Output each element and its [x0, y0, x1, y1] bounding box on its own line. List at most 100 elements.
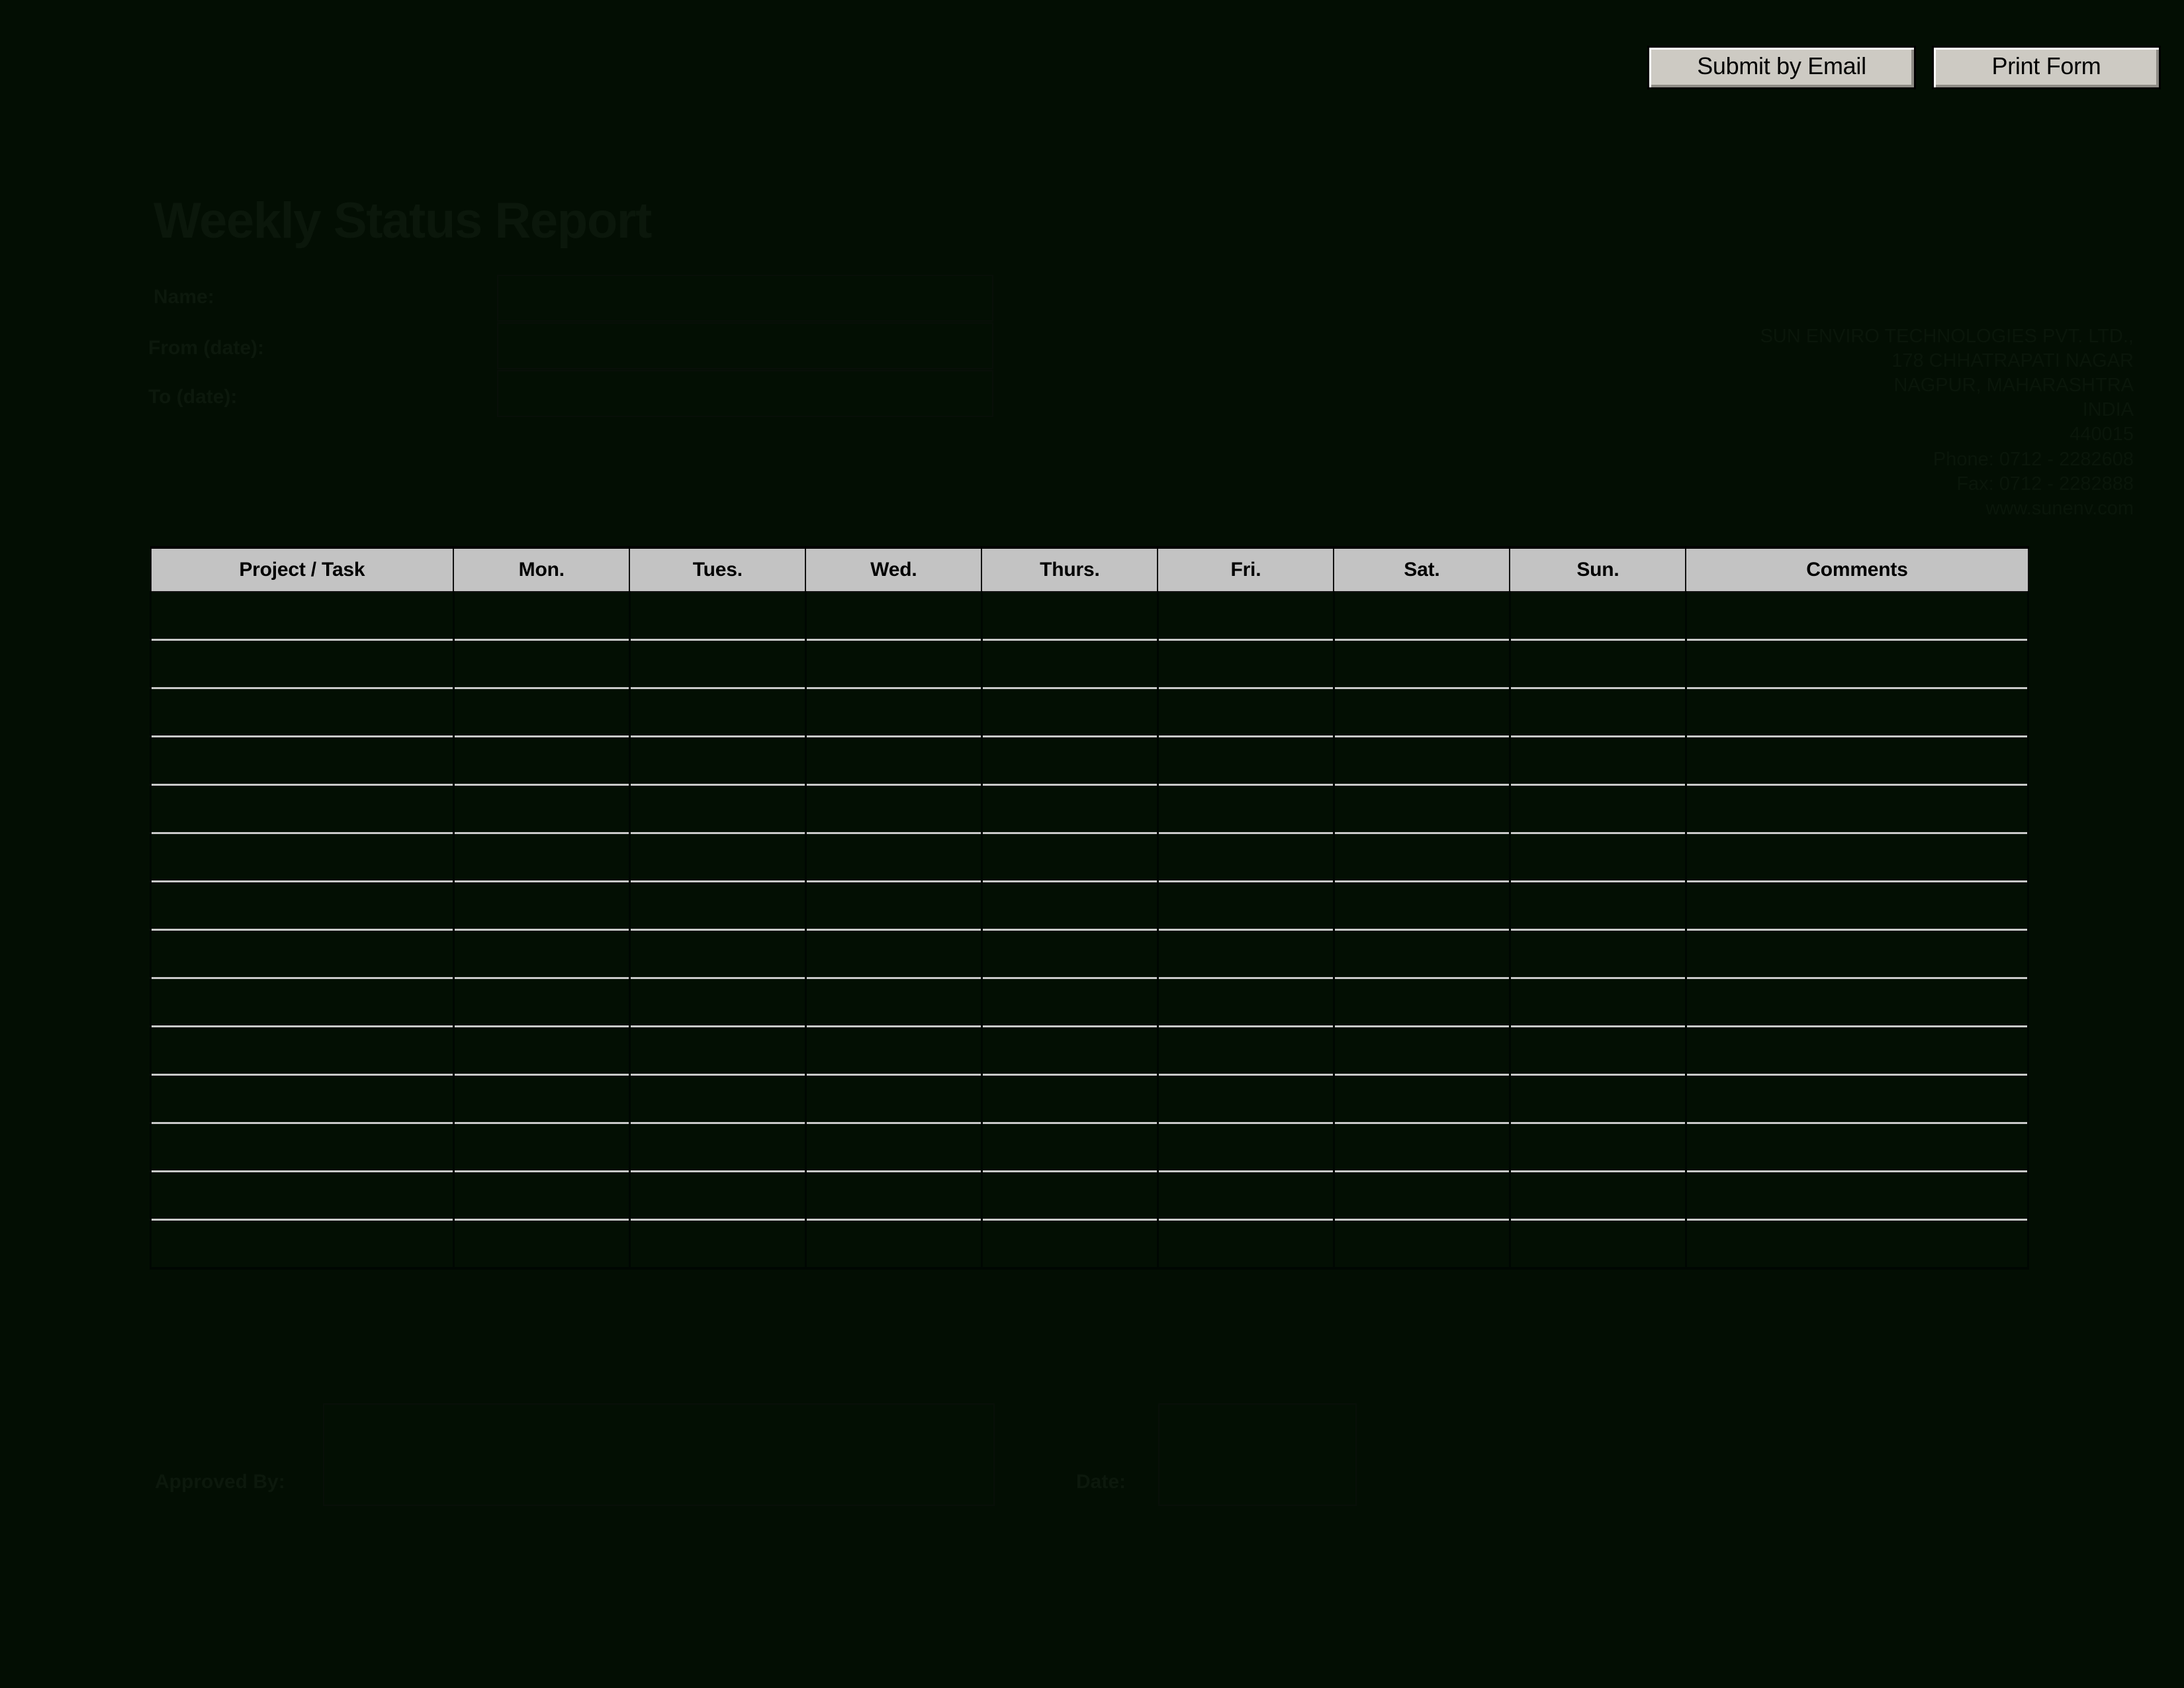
approved-by-input[interactable]: [323, 1403, 995, 1506]
table-cell[interactable]: [1156, 592, 1335, 640]
table-cell[interactable]: [1508, 1025, 1687, 1075]
table-cell[interactable]: [150, 735, 455, 785]
table-cell[interactable]: [1684, 977, 2030, 1027]
table-cell[interactable]: [1508, 1074, 1687, 1123]
table-cell[interactable]: [1684, 929, 2030, 978]
table-cell[interactable]: [804, 832, 983, 882]
table-cell[interactable]: [628, 1122, 807, 1172]
table-cell[interactable]: [980, 880, 1159, 930]
table-cell[interactable]: [1508, 880, 1687, 930]
table-cell[interactable]: [1332, 1170, 1511, 1220]
table-cell[interactable]: [1684, 880, 2030, 930]
table-cell[interactable]: [452, 1074, 631, 1123]
table-cell[interactable]: [628, 1025, 807, 1075]
table-cell[interactable]: [1684, 1122, 2030, 1172]
table-cell[interactable]: [1332, 929, 1511, 978]
table-cell[interactable]: [1156, 639, 1335, 688]
table-cell[interactable]: [150, 880, 455, 930]
table-cell[interactable]: [1332, 880, 1511, 930]
table-cell[interactable]: [452, 639, 631, 688]
table-cell[interactable]: [1508, 639, 1687, 688]
table-cell[interactable]: [1684, 1074, 2030, 1123]
table-cell[interactable]: [150, 832, 455, 882]
table-cell[interactable]: [452, 687, 631, 737]
table-cell[interactable]: [628, 1074, 807, 1123]
table-cell[interactable]: [452, 592, 631, 640]
table-cell[interactable]: [628, 592, 807, 640]
table-cell[interactable]: [980, 592, 1159, 640]
table-cell[interactable]: [1684, 1219, 2030, 1270]
table-cell[interactable]: [452, 1219, 631, 1270]
table-cell[interactable]: [1684, 592, 2030, 640]
table-cell[interactable]: [628, 832, 807, 882]
table-cell[interactable]: [980, 1170, 1159, 1220]
table-cell[interactable]: [1508, 1170, 1687, 1220]
table-cell[interactable]: [1156, 1122, 1335, 1172]
table-cell[interactable]: [1156, 977, 1335, 1027]
table-cell[interactable]: [980, 1074, 1159, 1123]
table-cell[interactable]: [150, 687, 455, 737]
table-cell[interactable]: [1332, 1219, 1511, 1270]
table-cell[interactable]: [1508, 687, 1687, 737]
table-cell[interactable]: [1156, 832, 1335, 882]
table-cell[interactable]: [804, 592, 983, 640]
table-cell[interactable]: [804, 1025, 983, 1075]
table-cell[interactable]: [1684, 784, 2030, 833]
table-cell[interactable]: [452, 1025, 631, 1075]
table-cell[interactable]: [1332, 687, 1511, 737]
table-cell[interactable]: [1332, 977, 1511, 1027]
approval-date-input[interactable]: [1158, 1403, 1357, 1506]
to-date-input[interactable]: [497, 370, 993, 417]
table-cell[interactable]: [452, 832, 631, 882]
table-cell[interactable]: [1508, 784, 1687, 833]
print-form-button[interactable]: Print Form: [1934, 48, 2159, 87]
table-cell[interactable]: [804, 1074, 983, 1123]
table-cell[interactable]: [628, 977, 807, 1027]
table-cell[interactable]: [980, 977, 1159, 1027]
table-cell[interactable]: [1156, 929, 1335, 978]
submit-by-email-button[interactable]: Submit by Email: [1649, 48, 1914, 87]
table-cell[interactable]: [628, 1219, 807, 1270]
table-cell[interactable]: [1508, 1219, 1687, 1270]
table-cell[interactable]: [452, 977, 631, 1027]
table-cell[interactable]: [150, 1170, 455, 1220]
name-input[interactable]: [497, 275, 993, 322]
table-cell[interactable]: [1684, 735, 2030, 785]
table-cell[interactable]: [452, 735, 631, 785]
table-cell[interactable]: [452, 784, 631, 833]
table-cell[interactable]: [980, 929, 1159, 978]
table-cell[interactable]: [1684, 687, 2030, 737]
table-cell[interactable]: [150, 1219, 455, 1270]
table-cell[interactable]: [628, 784, 807, 833]
table-cell[interactable]: [150, 639, 455, 688]
table-cell[interactable]: [628, 639, 807, 688]
table-cell[interactable]: [1332, 639, 1511, 688]
table-cell[interactable]: [804, 639, 983, 688]
table-cell[interactable]: [1332, 1025, 1511, 1075]
table-cell[interactable]: [980, 784, 1159, 833]
table-cell[interactable]: [1332, 784, 1511, 833]
table-cell[interactable]: [150, 977, 455, 1027]
table-cell[interactable]: [804, 784, 983, 833]
table-cell[interactable]: [628, 687, 807, 737]
table-cell[interactable]: [1156, 784, 1335, 833]
table-cell[interactable]: [1332, 1122, 1511, 1172]
table-cell[interactable]: [150, 1122, 455, 1172]
table-cell[interactable]: [804, 735, 983, 785]
table-cell[interactable]: [1156, 1170, 1335, 1220]
table-cell[interactable]: [804, 1219, 983, 1270]
table-cell[interactable]: [1508, 592, 1687, 640]
table-cell[interactable]: [1156, 880, 1335, 930]
table-cell[interactable]: [452, 880, 631, 930]
table-cell[interactable]: [1684, 1170, 2030, 1220]
table-cell[interactable]: [150, 929, 455, 978]
table-cell[interactable]: [1684, 832, 2030, 882]
table-cell[interactable]: [628, 880, 807, 930]
table-cell[interactable]: [150, 784, 455, 833]
table-cell[interactable]: [980, 639, 1159, 688]
table-cell[interactable]: [1508, 735, 1687, 785]
table-cell[interactable]: [980, 687, 1159, 737]
table-cell[interactable]: [452, 1122, 631, 1172]
table-cell[interactable]: [1156, 1074, 1335, 1123]
table-cell[interactable]: [1332, 832, 1511, 882]
